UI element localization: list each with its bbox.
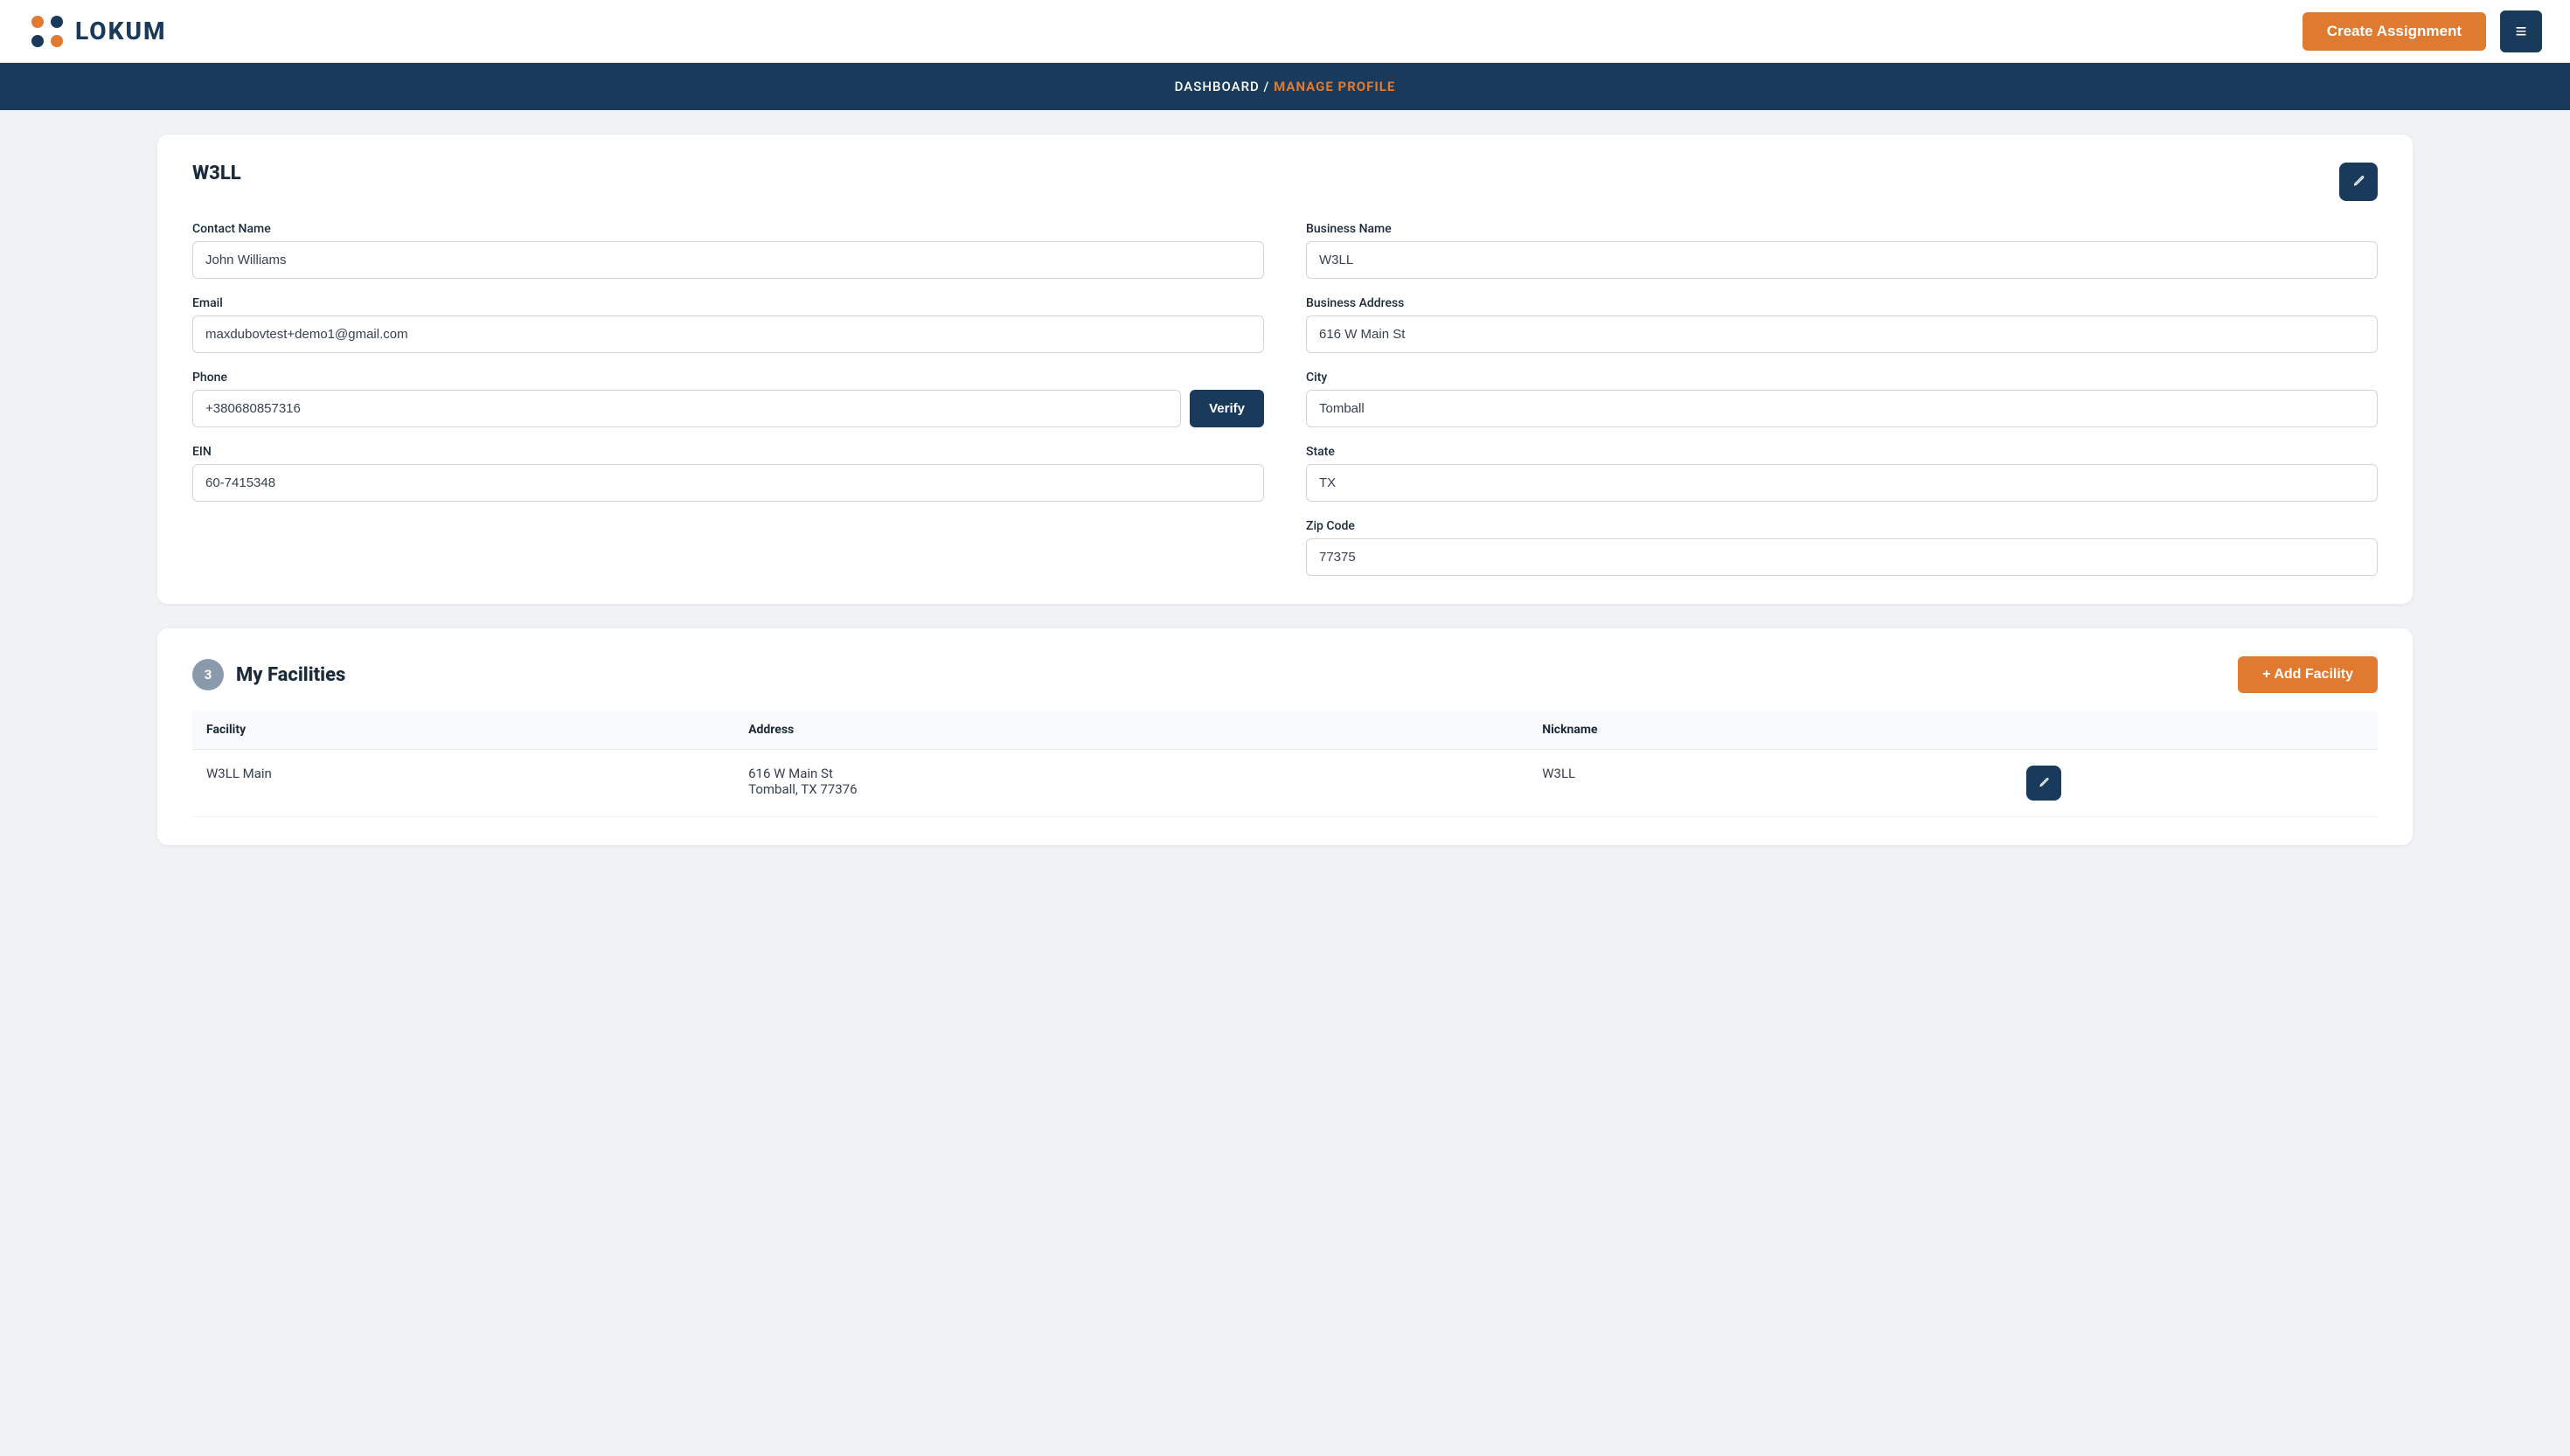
col-facility: Facility	[192, 711, 734, 750]
phone-row: Verify	[192, 390, 1264, 427]
profile-form: Contact Name Email Phone Verify EIN	[192, 222, 2378, 576]
profile-edit-button[interactable]	[2339, 163, 2378, 201]
create-assignment-button[interactable]: Create Assignment	[2303, 12, 2486, 51]
pencil-icon	[2351, 174, 2366, 190]
facilities-count-badge: 3	[192, 659, 224, 690]
profile-card: W3LL Contact Name Email Phone	[157, 135, 2413, 604]
facilities-header: 3 My Facilities + Add Facility	[192, 656, 2378, 693]
logo-text: LOKUM	[75, 17, 167, 45]
phone-input[interactable]	[192, 390, 1181, 427]
profile-card-header: W3LL	[192, 163, 2378, 201]
zip-label: Zip Code	[1306, 519, 2378, 533]
table-cell-address: 616 W Main StTomball, TX 77376	[734, 750, 1528, 817]
ein-label: EIN	[192, 445, 1264, 459]
state-label: State	[1306, 445, 2378, 459]
profile-card-title: W3LL	[192, 163, 241, 184]
business-address-input[interactable]	[1306, 315, 2378, 353]
table-row: W3LL Main616 W Main StTomball, TX 77376W…	[192, 750, 2378, 817]
city-group: City	[1306, 371, 2378, 427]
facilities-title: My Facilities	[236, 664, 345, 686]
profile-left-col: Contact Name Email Phone Verify EIN	[192, 222, 1264, 576]
breadcrumb: DASHBOARD / MANAGE PROFILE	[0, 63, 2570, 110]
table-cell-facility: W3LL Main	[192, 750, 734, 817]
menu-button[interactable]: ≡	[2500, 10, 2542, 52]
facilities-title-wrap: 3 My Facilities	[192, 659, 345, 690]
logo-icon	[28, 12, 66, 51]
zip-input[interactable]	[1306, 538, 2378, 576]
pencil-icon	[2037, 776, 2051, 790]
business-name-input[interactable]	[1306, 241, 2378, 279]
table-cell-edit	[2012, 750, 2378, 817]
business-address-label: Business Address	[1306, 296, 2378, 310]
contact-name-label: Contact Name	[192, 222, 1264, 236]
verify-button[interactable]: Verify	[1190, 390, 1264, 427]
logo: LOKUM	[28, 12, 167, 51]
breadcrumb-current: MANAGE PROFILE	[1274, 79, 1395, 94]
contact-name-input[interactable]	[192, 241, 1264, 279]
contact-name-group: Contact Name	[192, 222, 1264, 279]
page-header: LOKUM Create Assignment ≡	[0, 0, 2570, 63]
state-group: State	[1306, 445, 2378, 502]
breadcrumb-separator: /	[1260, 79, 1274, 94]
table-cell-nickname: W3LL	[1528, 750, 2012, 817]
city-label: City	[1306, 371, 2378, 385]
add-facility-button[interactable]: + Add Facility	[2238, 656, 2378, 693]
col-nickname: Nickname	[1528, 711, 2012, 750]
ein-group: EIN	[192, 445, 1264, 502]
header-actions: Create Assignment ≡	[2303, 10, 2542, 52]
facilities-table-body: W3LL Main616 W Main StTomball, TX 77376W…	[192, 750, 2378, 817]
email-group: Email	[192, 296, 1264, 353]
col-actions	[2012, 711, 2378, 750]
ein-input[interactable]	[192, 464, 1264, 502]
city-input[interactable]	[1306, 390, 2378, 427]
zip-group: Zip Code	[1306, 519, 2378, 576]
phone-group: Phone Verify	[192, 371, 1264, 427]
email-input[interactable]	[192, 315, 1264, 353]
col-address: Address	[734, 711, 1528, 750]
business-name-label: Business Name	[1306, 222, 2378, 236]
state-input[interactable]	[1306, 464, 2378, 502]
phone-label: Phone	[192, 371, 1264, 385]
profile-right-col: Business Name Business Address City Stat…	[1306, 222, 2378, 576]
facilities-card: 3 My Facilities + Add Facility Facility …	[157, 628, 2413, 845]
business-address-group: Business Address	[1306, 296, 2378, 353]
facilities-table-head: Facility Address Nickname	[192, 711, 2378, 750]
breadcrumb-dashboard: DASHBOARD	[1175, 79, 1260, 94]
facilities-table: Facility Address Nickname W3LL Main616 W…	[192, 711, 2378, 817]
facility-edit-button[interactable]	[2026, 766, 2061, 801]
main-content: W3LL Contact Name Email Phone	[0, 110, 2570, 894]
facilities-table-header-row: Facility Address Nickname	[192, 711, 2378, 750]
business-name-group: Business Name	[1306, 222, 2378, 279]
email-label: Email	[192, 296, 1264, 310]
